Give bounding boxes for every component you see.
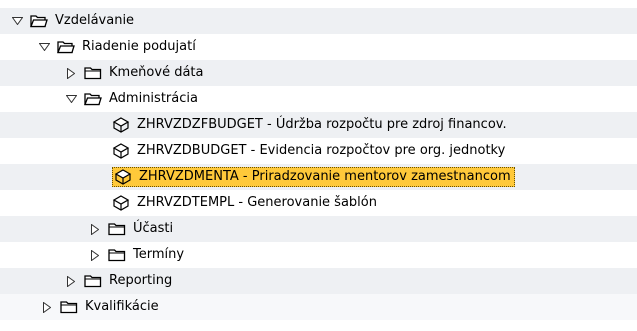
folder-icon <box>84 66 102 80</box>
tree-node-administracia[interactable]: Administrácia <box>0 86 637 112</box>
tree-node-label: ZHRVZDTEMPL - Generovanie šablón <box>137 195 377 210</box>
tree-node-label: Reporting <box>109 273 173 288</box>
tree-node-label: Účasti <box>133 221 174 236</box>
tree-node-zhrvzdmenta[interactable]: ZHRVZDMENTA - Priradzovanie mentorov zam… <box>0 164 637 190</box>
expanded-triangle-icon[interactable] <box>10 14 24 28</box>
tree-node-label: ZHRVZDMENTA - Priradzovanie mentorov zam… <box>139 169 511 184</box>
tree-node-label: Administrácia <box>109 91 198 106</box>
collapsed-triangle-icon[interactable] <box>88 222 102 236</box>
collapsed-triangle-icon[interactable] <box>64 66 78 80</box>
menu-tree: Vzdelávanie Riadenie podujatí Kmeňové dá… <box>0 0 637 331</box>
collapsed-triangle-icon[interactable] <box>88 248 102 262</box>
tree-node-vzdelavanie[interactable]: Vzdelávanie <box>0 8 637 34</box>
tree-node-zhrvzdbudget[interactable]: ZHRVZDBUDGET - Evidencia rozpočtov pre o… <box>0 138 637 164</box>
tree-node-kmenove-data[interactable]: Kmeňové dáta <box>0 60 637 86</box>
folder-icon <box>84 274 102 288</box>
folder-icon <box>60 300 78 314</box>
tree-node-kvalifikacie[interactable]: Kvalifikácie <box>0 294 637 320</box>
tree-node-ucasti[interactable]: Účasti <box>0 216 637 242</box>
tree-node-zhrvzdtempl[interactable]: ZHRVZDTEMPL - Generovanie šablón <box>0 190 637 216</box>
tree-node-label: Riadenie podujatí <box>82 39 196 54</box>
folder-icon <box>108 248 126 262</box>
transaction-icon <box>112 195 130 211</box>
folder-open-icon <box>57 40 75 54</box>
folder-icon <box>108 222 126 236</box>
tree-node-terminy[interactable]: Termíny <box>0 242 637 268</box>
folder-open-icon <box>30 14 48 28</box>
expanded-triangle-icon[interactable] <box>37 40 51 54</box>
tree-node-reporting[interactable]: Reporting <box>0 268 637 294</box>
tree-node-label: Vzdelávanie <box>55 13 135 28</box>
transaction-icon <box>112 143 130 159</box>
transaction-icon <box>114 169 132 185</box>
tree-node-label: Kmeňové dáta <box>109 65 204 80</box>
tree-node-label: ZHRVZDBUDGET - Evidencia rozpočtov pre o… <box>137 143 506 158</box>
tree-node-label: Termíny <box>133 247 185 262</box>
expanded-triangle-icon[interactable] <box>64 92 78 106</box>
transaction-icon <box>112 117 130 133</box>
tree-node-label: ZHRVZDZFBUDGET - Údržba rozpočtu pre zdr… <box>137 117 507 132</box>
tree-node-riadenie-podujati[interactable]: Riadenie podujatí <box>0 34 637 60</box>
tree-node-zhrvzdzfbudget[interactable]: ZHRVZDZFBUDGET - Údržba rozpočtu pre zdr… <box>0 112 637 138</box>
collapsed-triangle-icon[interactable] <box>40 300 54 314</box>
folder-open-icon <box>84 92 102 106</box>
tree-node-label: Kvalifikácie <box>85 299 159 314</box>
collapsed-triangle-icon[interactable] <box>64 274 78 288</box>
